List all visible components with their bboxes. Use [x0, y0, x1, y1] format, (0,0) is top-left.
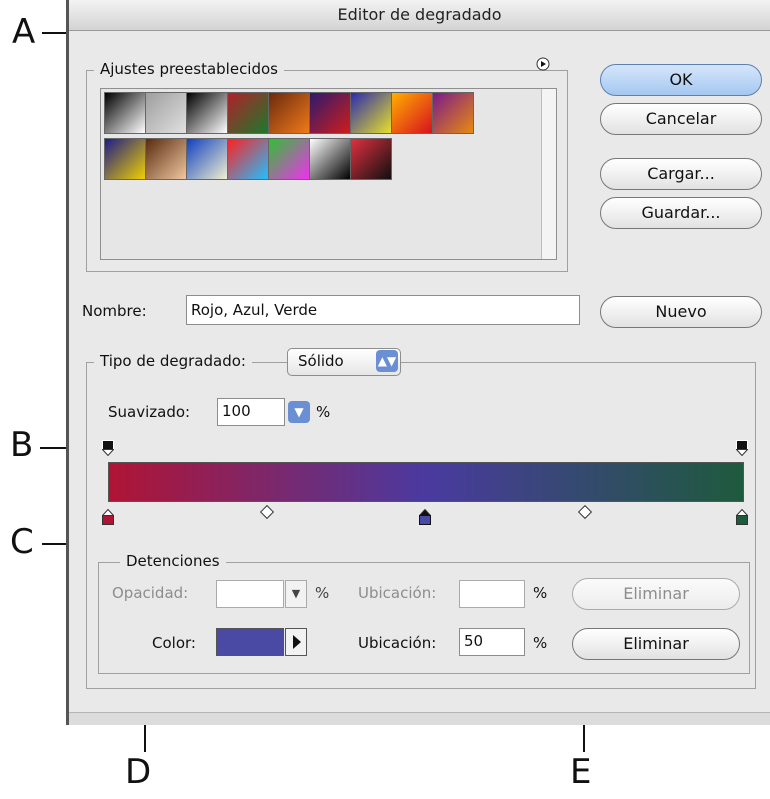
opacity-location-input[interactable]: [459, 580, 525, 608]
color-arrow-icon[interactable]: [285, 628, 307, 656]
callout-e: E: [570, 752, 592, 792]
color-swatch[interactable]: [216, 628, 284, 656]
delete-opacity-stop-button[interactable]: Eliminar: [572, 578, 740, 610]
presets-grid: [100, 88, 557, 260]
preset-swatch[interactable]: [145, 92, 187, 134]
opacity-label: Opacidad:: [112, 584, 189, 602]
smoothness-input[interactable]: 100: [217, 398, 285, 426]
delete-color-stop-button[interactable]: Eliminar: [572, 628, 740, 660]
preset-swatch[interactable]: [186, 92, 228, 134]
opacity-location-label: Ubicación:: [358, 584, 437, 602]
color-stop-middle[interactable]: [419, 509, 431, 525]
new-button[interactable]: Nuevo: [600, 296, 762, 328]
callout-a: A: [12, 12, 36, 52]
preset-swatch[interactable]: [186, 138, 228, 180]
preset-swatch[interactable]: [227, 92, 269, 134]
smoothness-percent: %: [316, 403, 331, 421]
color-location-input[interactable]: 50: [459, 628, 525, 656]
preset-swatch[interactable]: [104, 92, 146, 134]
gradient-bar[interactable]: [108, 462, 744, 502]
preset-swatch[interactable]: [350, 138, 392, 180]
preset-swatch[interactable]: [391, 92, 433, 134]
preset-swatch[interactable]: [227, 138, 269, 180]
name-input[interactable]: Rojo, Azul, Verde: [186, 295, 580, 325]
opacity-input[interactable]: [216, 580, 284, 608]
smoothness-label: Suavizado:: [108, 403, 191, 421]
callout-b: B: [10, 425, 34, 465]
window-footer: [69, 712, 770, 725]
title-bar: Editor de degradado: [69, 0, 770, 31]
opacity-stop-right[interactable]: [736, 440, 748, 456]
gradient-type-legend: Tipo de degradado:: [94, 352, 252, 370]
select-stepper-icon: ▲▼: [376, 350, 398, 372]
callout-d: D: [125, 752, 152, 792]
preset-swatch[interactable]: [268, 92, 310, 134]
opacity-stop-left[interactable]: [102, 440, 114, 456]
presets-legend: Ajustes preestablecidos: [94, 60, 284, 78]
preset-swatch[interactable]: [268, 138, 310, 180]
preset-swatch[interactable]: [104, 138, 146, 180]
preset-swatch[interactable]: [309, 92, 351, 134]
opacity-percent: %: [315, 584, 330, 602]
smoothness-dropdown-icon[interactable]: ▼: [288, 401, 310, 423]
stops-legend: Detenciones: [120, 552, 226, 570]
preset-swatch[interactable]: [145, 138, 187, 180]
presets-scrollbar[interactable]: [541, 89, 556, 259]
color-location-label: Ubicación:: [358, 634, 437, 652]
cancel-button[interactable]: Cancelar: [600, 103, 762, 135]
opacity-dropdown-icon[interactable]: ▼: [285, 580, 307, 608]
color-location-percent: %: [533, 634, 548, 652]
preset-swatch[interactable]: [309, 138, 351, 180]
callout-c: C: [10, 522, 34, 562]
opacity-location-percent: %: [533, 584, 548, 602]
gradient-type-value: Sólido: [298, 352, 344, 370]
color-stop-right[interactable]: [736, 509, 748, 525]
ok-button[interactable]: OK: [600, 64, 762, 96]
presets-menu-icon[interactable]: [536, 56, 550, 71]
save-button[interactable]: Guardar...: [600, 197, 762, 229]
name-label: Nombre:: [82, 302, 147, 320]
load-button[interactable]: Cargar...: [600, 158, 762, 190]
color-stop-left[interactable]: [102, 509, 114, 525]
color-label: Color:: [152, 634, 196, 652]
preset-swatch[interactable]: [432, 92, 474, 134]
gradient-type-select[interactable]: Sólido ▲▼: [287, 348, 401, 376]
preset-swatch[interactable]: [350, 92, 392, 134]
window-title: Editor de degradado: [337, 5, 502, 24]
